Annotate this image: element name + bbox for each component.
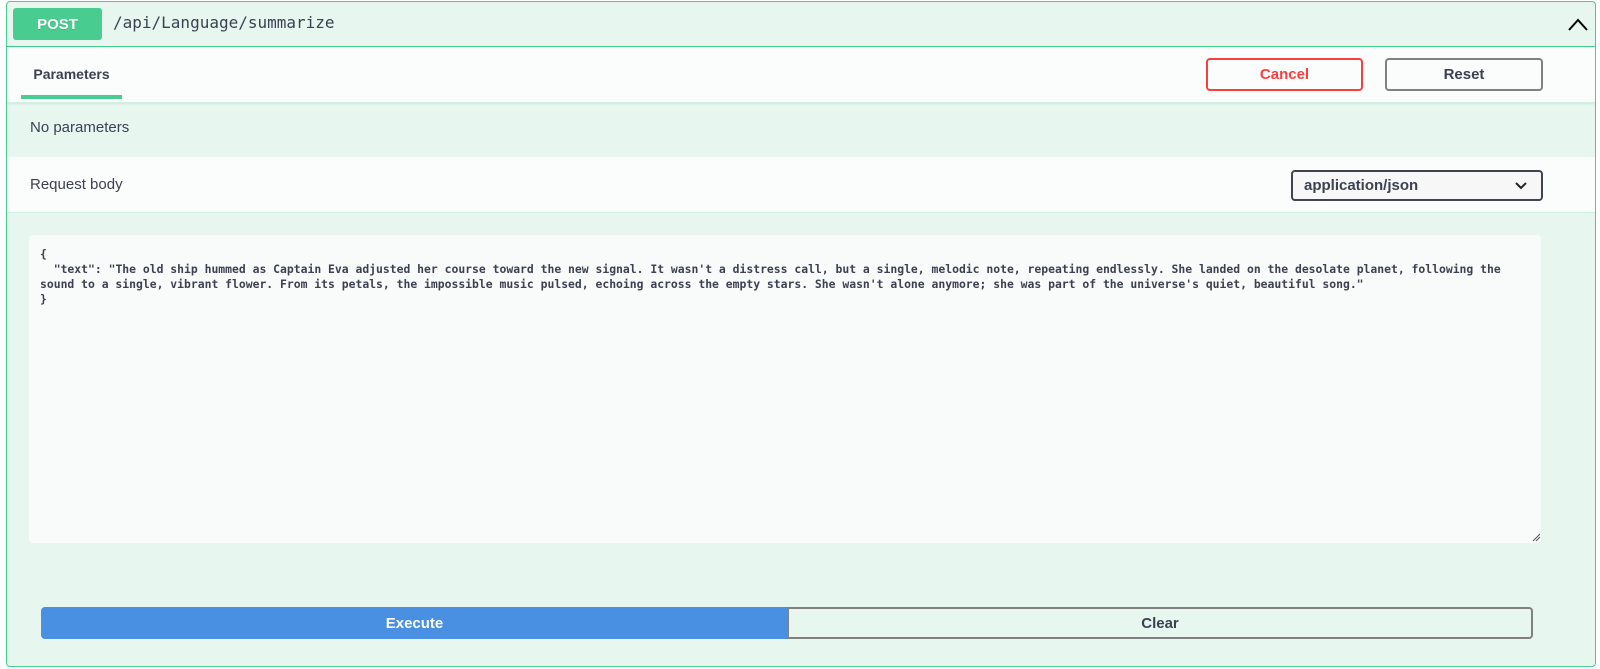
request-body-title: Request body	[30, 176, 123, 193]
chevron-up-icon[interactable]	[1567, 15, 1589, 35]
active-tab-indicator	[21, 95, 122, 99]
request-body-textarea[interactable]: { "text": "The old ship hummed as Captai…	[29, 235, 1541, 543]
endpoint-path: /api/Language/summarize	[113, 13, 335, 32]
content-type-select[interactable]: application/json	[1291, 170, 1543, 201]
request-body-header: Request body application/json	[7, 157, 1595, 213]
clear-button[interactable]: Clear	[788, 607, 1533, 639]
method-badge: POST	[13, 8, 102, 40]
no-parameters-text: No parameters	[30, 119, 130, 136]
cancel-button[interactable]: Cancel	[1206, 58, 1363, 91]
reset-button[interactable]: Reset	[1385, 58, 1543, 91]
chevron-down-icon	[1515, 182, 1527, 190]
tab-parameters[interactable]: Parameters	[21, 48, 122, 100]
resize-grip-icon[interactable]	[1532, 533, 1541, 542]
operation-block: POST /api/Language/summarize Parameters …	[6, 1, 1596, 667]
content-type-value: application/json	[1304, 177, 1419, 194]
operation-summary[interactable]: POST /api/Language/summarize	[7, 2, 1595, 47]
execute-button[interactable]: Execute	[41, 607, 788, 639]
parameters-header: Parameters Cancel Reset	[7, 48, 1595, 103]
